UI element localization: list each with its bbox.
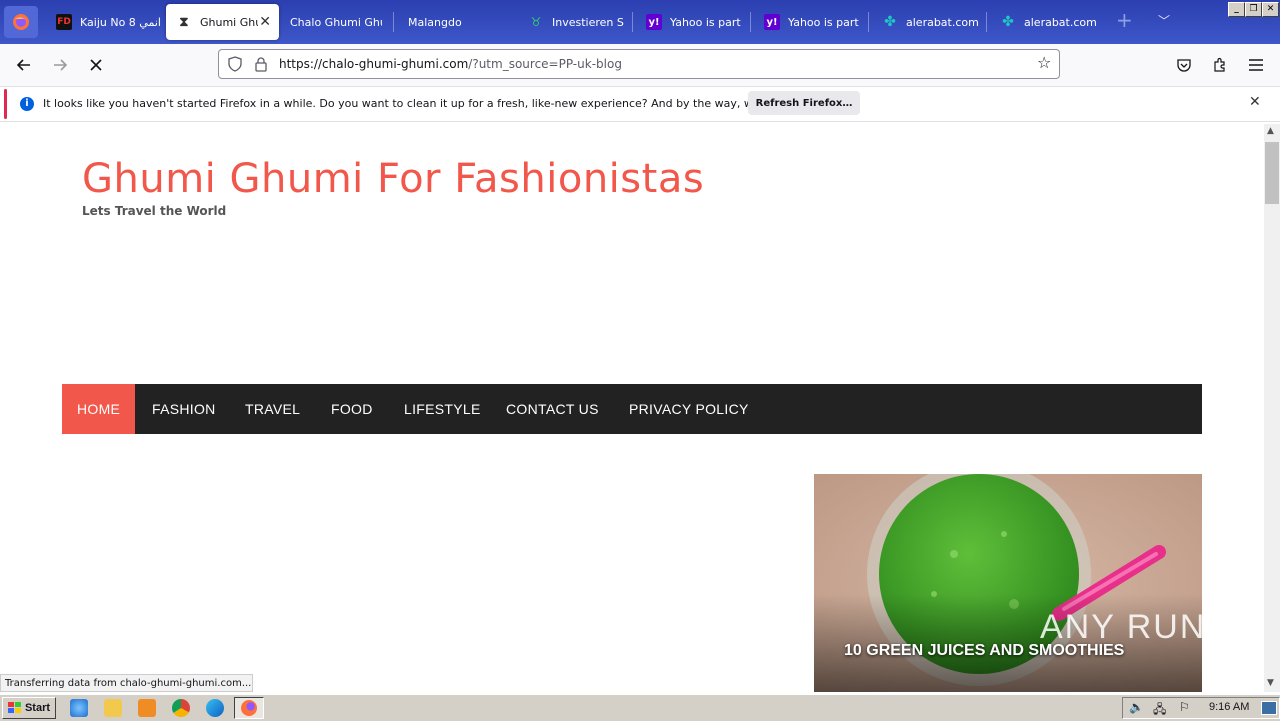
network-icon[interactable]: 🖧 [1153, 700, 1166, 721]
show-desktop-icon[interactable] [1261, 701, 1277, 715]
vertical-scrollbar[interactable]: ▲ ▼ [1264, 124, 1280, 692]
ie-icon[interactable] [70, 699, 88, 717]
tab-title: Malangdo [408, 15, 462, 29]
fd-icon: FD [56, 14, 72, 30]
firefox-taskbar-button[interactable] [234, 697, 264, 719]
flag-icon[interactable]: ⚐ [1179, 700, 1190, 714]
menu-item-home[interactable]: HOME [62, 384, 136, 434]
hourglass-icon: ⧗ [179, 14, 189, 30]
main-menu: HOME FASHION TRAVEL FOOD LIFESTYLE CONTA… [62, 384, 1202, 434]
tab-title: Chalo Ghumi Ghumi [290, 15, 382, 29]
forward-icon[interactable] [46, 51, 74, 79]
tab-title: alerabat.com | [906, 15, 982, 29]
notification-message: It looks like you haven't started Firefo… [43, 97, 827, 110]
bull-icon: ♉ [530, 15, 542, 29]
menu-item-contact-us[interactable]: CONTACT US [491, 384, 614, 434]
site-title[interactable]: Ghumi Ghumi For Fashionistas [82, 156, 704, 202]
menu-item-lifestyle[interactable]: LIFESTYLE [389, 384, 496, 434]
start-button[interactable]: Start [2, 697, 56, 719]
refresh-firefox-button[interactable]: Refresh Firefox… [748, 91, 860, 115]
url-text[interactable]: https://chalo-ghumi-ghumi.com/?utm_sourc… [279, 57, 622, 71]
scroll-down-icon[interactable]: ▼ [1267, 678, 1274, 688]
tab-kaiju[interactable]: FD Kaiju No 8 انمي [46, 4, 162, 40]
alerabat-icon: ✤ [884, 14, 896, 30]
close-tab-icon[interactable]: ✕ [259, 14, 271, 30]
extensions-icon[interactable] [1206, 51, 1234, 79]
firefox-icon [241, 700, 257, 716]
menu-item-food[interactable]: FOOD [316, 384, 388, 434]
chevron-down-icon[interactable]: ﹀ [1158, 12, 1170, 29]
notification-bar: i It looks like you haven't started Fire… [0, 87, 1280, 122]
tab-title: Kaiju No 8 انمي [80, 15, 161, 29]
yahoo-icon: y! [764, 14, 780, 30]
info-icon: i [20, 97, 34, 111]
tab-alerabat-2[interactable]: ✤ alerabat.com | [990, 4, 1100, 40]
stop-icon[interactable] [82, 51, 110, 79]
tab-strip: FD Kaiju No 8 انمي ⧗ Ghumi Ghumi ✕ Chalo… [0, 0, 1280, 44]
close-window-button[interactable]: ✕ [1262, 2, 1279, 17]
web-page: Ghumi Ghumi For Fashionistas Lets Travel… [0, 124, 1264, 692]
tab-malangdo[interactable]: Malangdo [398, 4, 508, 40]
status-text: Transferring data from chalo-ghumi-ghumi… [0, 674, 253, 692]
alerabat-icon: ✤ [1002, 14, 1014, 30]
featured-post-image[interactable]: 10 GREEN JUICES AND SMOOTHIES [814, 474, 1202, 692]
tab-title: alerabat.com | [1024, 15, 1100, 29]
firefox-menu-icon[interactable] [4, 6, 38, 38]
minimize-button[interactable]: _ [1228, 2, 1245, 17]
shield-icon[interactable] [227, 56, 243, 75]
new-tab-icon[interactable]: + [1116, 10, 1133, 30]
lock-icon[interactable] [254, 56, 268, 75]
tab-title: Yahoo is part of [670, 15, 744, 29]
folder-icon[interactable] [104, 699, 122, 717]
hamburger-menu-icon[interactable] [1242, 51, 1270, 79]
media-player-icon[interactable] [138, 699, 156, 717]
menu-item-privacy-policy[interactable]: PRIVACY POLICY [614, 384, 764, 434]
site-tagline: Lets Travel the World [82, 204, 227, 218]
anyrun-watermark: ANY RUN [1040, 608, 1207, 646]
chrome-icon[interactable] [172, 699, 190, 717]
bookmark-star-icon[interactable]: ☆ [1037, 55, 1051, 71]
tab-title: Ghumi Ghumi [200, 15, 258, 29]
url-bar[interactable]: https://chalo-ghumi-ghumi.com/?utm_sourc… [218, 49, 1060, 79]
close-icon[interactable]: ✕ [1249, 94, 1261, 110]
tab-chalo[interactable]: Chalo Ghumi Ghumi [280, 4, 390, 40]
menu-item-travel[interactable]: TRAVEL [230, 384, 315, 434]
edge-icon[interactable] [206, 699, 224, 717]
notification-accent [4, 89, 7, 119]
volume-icon[interactable]: 🔈 [1129, 700, 1144, 714]
pocket-icon[interactable] [1170, 51, 1198, 79]
scroll-thumb[interactable] [1265, 142, 1279, 204]
system-tray: 🔈 🖧 ⚐ 9:16 AM [1122, 697, 1280, 719]
back-icon[interactable] [10, 51, 38, 79]
tab-title: Investieren Sie [552, 15, 624, 29]
clock: 9:16 AM [1209, 701, 1250, 713]
tab-yahoo-2[interactable]: y! Yahoo is part of [754, 4, 864, 40]
windows-logo-icon [7, 702, 21, 713]
scroll-up-icon[interactable]: ▲ [1267, 126, 1274, 136]
tab-ghumi-active[interactable]: ⧗ Ghumi Ghumi ✕ [166, 4, 279, 40]
tab-investieren[interactable]: ♉ Investieren Sie [518, 4, 628, 40]
tab-yahoo-1[interactable]: y! Yahoo is part of [636, 4, 746, 40]
tab-alerabat-1[interactable]: ✤ alerabat.com | [872, 4, 982, 40]
menu-item-fashion[interactable]: FASHION [137, 384, 231, 434]
nav-bar: https://chalo-ghumi-ghumi.com/?utm_sourc… [0, 44, 1280, 87]
taskbar: Start 🔈 🖧 ⚐ 9:16 AM [0, 694, 1280, 721]
tab-title: Yahoo is part of [788, 15, 862, 29]
restore-button[interactable]: ❐ [1245, 2, 1262, 17]
yahoo-icon: y! [646, 14, 662, 30]
